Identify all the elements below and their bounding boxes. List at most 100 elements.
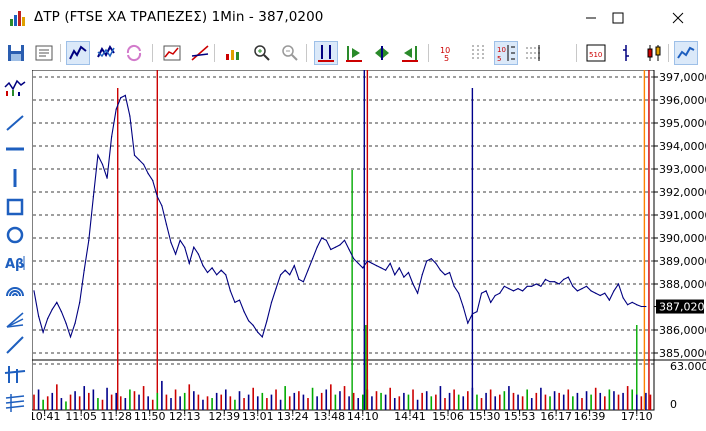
- price-point: [298, 278, 300, 280]
- horizontal-line-button[interactable]: [3, 138, 27, 160]
- maximize-button[interactable]: [595, 0, 641, 36]
- price-point: [343, 239, 346, 241]
- save-icon: [8, 45, 24, 61]
- price-point: [334, 246, 336, 248]
- price-point: [266, 320, 268, 322]
- add-indicator-icon: [226, 50, 239, 60]
- scroll-start-icon: [346, 46, 362, 62]
- decimal-button[interactable]: 10 5: [436, 41, 460, 65]
- trendline-chart-button[interactable]: [188, 41, 212, 65]
- price-point: [476, 311, 478, 313]
- price-point: [348, 248, 350, 251]
- volume-bar: [544, 394, 547, 410]
- rectangle-button[interactable]: [3, 196, 27, 218]
- time-axis-label: 13:24: [277, 410, 309, 423]
- price-point: [156, 196, 158, 198]
- volume-bar: [202, 399, 204, 410]
- line-chart-mode-button[interactable]: [66, 41, 90, 65]
- volume-bar: [581, 398, 583, 410]
- price-point: [56, 301, 58, 303]
- price-point: [631, 301, 633, 303]
- fit-height-button[interactable]: [314, 41, 338, 65]
- zoom-out-button[interactable]: [278, 41, 302, 65]
- volume-bar: [97, 398, 99, 410]
- scroll-start-button[interactable]: [342, 41, 366, 65]
- price-point: [216, 274, 218, 276]
- candlestick-chart-type-button[interactable]: [642, 41, 666, 65]
- volume-bar: [521, 396, 524, 410]
- ellipse-button[interactable]: [3, 224, 27, 246]
- volume-bar: [485, 392, 487, 410]
- price-point: [444, 274, 446, 276]
- indicator-chart-button[interactable]: [160, 41, 184, 65]
- volume-bar: [298, 391, 300, 410]
- volume-bar: [339, 391, 341, 410]
- grid-horizontal-button[interactable]: 10 5: [494, 41, 518, 65]
- price-point: [174, 253, 177, 255]
- center-button[interactable]: [370, 41, 394, 65]
- price-point: [88, 239, 90, 241]
- volume-bar: [361, 394, 364, 410]
- price-point: [421, 274, 423, 276]
- zoom-in-button[interactable]: [250, 41, 274, 65]
- price-point: [120, 97, 122, 99]
- zoom-out-icon: [282, 45, 298, 61]
- compare-chart-button[interactable]: [94, 41, 118, 65]
- price-point: [115, 108, 117, 110]
- price-point: [471, 313, 473, 315]
- price-axis-label: 393,0000: [659, 163, 706, 176]
- price-point: [74, 322, 76, 324]
- price-point: [636, 304, 638, 306]
- price-point: [535, 283, 537, 285]
- add-indicator-button[interactable]: [222, 41, 246, 65]
- arc-tool-button[interactable]: [3, 280, 27, 302]
- price-point: [412, 283, 414, 285]
- price-axis-label: 390,0000: [659, 232, 706, 245]
- cross-hair-tool-button[interactable]: [3, 363, 27, 385]
- volume-bar: [645, 392, 647, 410]
- close-button[interactable]: [655, 0, 701, 36]
- price-point: [206, 271, 209, 274]
- volume-bar: [567, 389, 570, 410]
- plot-frame: [31, 69, 655, 411]
- ray-tool-button[interactable]: [3, 334, 27, 356]
- toolbar-separator: [152, 44, 153, 62]
- trend-line-button[interactable]: [3, 112, 27, 134]
- vertical-line-button[interactable]: [3, 167, 27, 189]
- price-point: [362, 267, 364, 269]
- title-bar: ΔΤΡ (FTSE XA ΤΡΑΠΕΖΕΣ) 1Min - 387,0200: [0, 0, 706, 36]
- refresh-button[interactable]: [122, 41, 146, 65]
- center-icon: [375, 46, 389, 60]
- grid-both-button[interactable]: [522, 41, 546, 65]
- chart-area[interactable]: 397,0000 396,0000 395,0000 394,0000 393,0000…: [29, 69, 706, 428]
- fan-tool-button[interactable]: [3, 309, 27, 331]
- bar-chart-type-button[interactable]: [614, 41, 638, 65]
- volume-bar: [215, 392, 218, 410]
- volume-bar: [585, 391, 588, 410]
- volume-bar: [119, 396, 122, 410]
- grid-vertical-button[interactable]: [466, 41, 490, 65]
- volume-bar: [494, 396, 497, 410]
- price-point: [124, 94, 126, 96]
- volume-bar: [170, 398, 172, 410]
- price-point: [439, 269, 442, 271]
- fibonacci-tool-button[interactable]: [3, 392, 27, 414]
- text-tool-button[interactable]: Aβ: [3, 252, 27, 274]
- properties-button[interactable]: [32, 41, 56, 65]
- price-point: [494, 294, 496, 297]
- save-button[interactable]: [4, 41, 28, 65]
- grid-values-button[interactable]: 510: [584, 41, 608, 65]
- price-chart[interactable]: 397,0000 396,0000 395,0000 394,0000 393,0000…: [29, 69, 706, 428]
- price-volume-button[interactable]: [3, 77, 27, 99]
- svg-text:10: 10: [497, 46, 506, 54]
- scroll-end-button[interactable]: [398, 41, 422, 65]
- zoom-in-icon: [254, 45, 270, 61]
- price-point: [101, 163, 104, 165]
- price-point: [512, 290, 515, 292]
- price-point: [375, 265, 378, 267]
- price-point: [147, 173, 149, 175]
- volume-bar: [357, 398, 360, 410]
- cross-hair-tool-icon: [4, 366, 26, 383]
- volume-bar: [288, 396, 291, 410]
- line-chart-type-button[interactable]: [674, 41, 698, 65]
